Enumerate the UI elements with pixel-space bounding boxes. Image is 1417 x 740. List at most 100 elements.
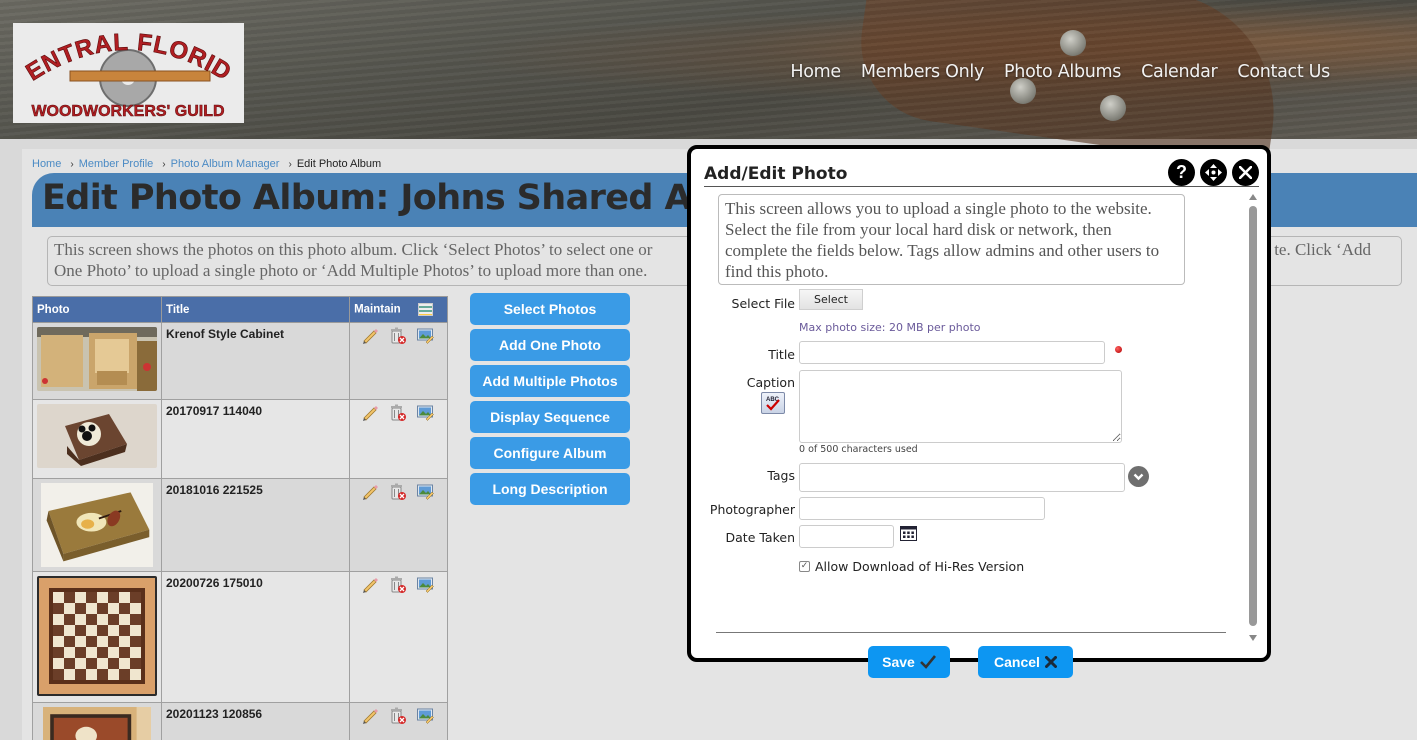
tags-label: Tags	[767, 468, 795, 483]
breadcrumb-home[interactable]: Home	[32, 158, 61, 170]
add-multiple-photos-button[interactable]: Add Multiple Photos	[470, 365, 630, 397]
cancel-button[interactable]: Cancel	[978, 646, 1073, 678]
spellcheck-icon[interactable]: ABC	[761, 392, 785, 414]
photo-thumbnail[interactable]	[37, 404, 157, 468]
edit-pencil-icon[interactable]	[361, 576, 379, 596]
delete-trash-icon[interactable]	[389, 576, 407, 596]
photo-cell[interactable]	[32, 478, 162, 572]
site-header: CENTRAL FLORIDA WOODWORKERS' GUILD Home …	[0, 0, 1417, 169]
title-cell: 20200726 175010	[160, 571, 351, 703]
allow-download-label[interactable]: Allow Download of Hi-Res Version	[815, 559, 1024, 574]
photo-cell[interactable]	[32, 399, 162, 479]
checkmark-icon	[919, 655, 936, 669]
table-row[interactable]: Krenof Style Cabinet	[32, 322, 448, 400]
title-input[interactable]	[799, 341, 1105, 364]
max-size-hint: Max photo size: 20 MB per photo	[799, 321, 981, 334]
delete-trash-icon[interactable]	[389, 483, 407, 503]
long-description-button[interactable]: Long Description	[470, 473, 630, 505]
nav-members-only[interactable]: Members Only	[861, 62, 984, 82]
close-icon[interactable]	[1232, 159, 1259, 186]
display-sequence-button[interactable]: Display Sequence	[470, 401, 630, 433]
nav-home[interactable]: Home	[790, 62, 841, 82]
nav-photo-albums[interactable]: Photo Albums	[1004, 62, 1121, 82]
dialog-tools: ?	[1168, 159, 1259, 186]
dialog-title: Add/Edit Photo	[704, 164, 848, 184]
edit-pencil-icon[interactable]	[361, 707, 379, 727]
save-button[interactable]: Save	[868, 646, 950, 678]
photo-cell[interactable]	[32, 571, 162, 703]
select-photos-button[interactable]: Select Photos	[470, 293, 630, 325]
breadcrumb: Home › Member Profile › Photo Album Mana…	[32, 158, 381, 170]
site-logo[interactable]: CENTRAL FLORIDA WOODWORKERS' GUILD	[13, 23, 244, 123]
photographer-input[interactable]	[799, 497, 1045, 520]
edit-pencil-icon[interactable]	[361, 404, 379, 424]
maintain-cell	[349, 702, 448, 740]
caption-textarea[interactable]	[799, 370, 1122, 443]
page-title: Edit Photo Album: Johns Shared Album	[42, 178, 788, 218]
table-row[interactable]: 20170917 114040	[32, 399, 448, 479]
tags-dropdown-chevron-icon[interactable]	[1128, 466, 1149, 487]
x-icon	[1044, 656, 1057, 668]
delete-trash-icon[interactable]	[389, 707, 407, 727]
title-cell: 20170917 114040	[160, 399, 351, 479]
main-nav: Home Members Only Photo Albums Calendar …	[770, 62, 1330, 82]
photo-cell[interactable]	[32, 702, 162, 740]
scroll-down-arrow-icon[interactable]	[1249, 635, 1257, 641]
scroll-thumb[interactable]	[1249, 206, 1257, 626]
photo-thumbnail[interactable]	[37, 327, 157, 391]
breadcrumb-separator-icon: ›	[162, 158, 166, 170]
table-row[interactable]: 20181016 221525	[32, 478, 448, 572]
caption-label: Caption	[746, 375, 795, 390]
tags-input[interactable]	[799, 463, 1125, 492]
maintain-label: Maintain	[354, 303, 401, 316]
edit-pencil-icon[interactable]	[361, 327, 379, 347]
configure-album-button[interactable]: Configure Album	[470, 437, 630, 469]
photo-thumbnail[interactable]	[37, 707, 157, 740]
add-one-photo-button[interactable]: Add One Photo	[470, 329, 630, 361]
photo-table: Photo Title Maintain Krenof Style Cabine…	[32, 296, 448, 740]
scroll-up-arrow-icon[interactable]	[1249, 194, 1257, 200]
select-file-button[interactable]: Select	[799, 289, 863, 310]
logo-line2: WOODWORKERS' GUILD	[31, 103, 224, 120]
photo-title: 20170917 114040	[166, 404, 263, 418]
help-icon[interactable]: ?	[1168, 159, 1195, 186]
breadcrumb-photo-album-manager[interactable]: Photo Album Manager	[171, 158, 280, 170]
table-row[interactable]: 20201123 120856	[32, 702, 448, 740]
header-rivet	[1060, 30, 1086, 56]
allow-download-row: ✓ Allow Download of Hi-Res Version	[799, 559, 1024, 574]
breadcrumb-member-profile[interactable]: Member Profile	[79, 158, 154, 170]
add-edit-photo-dialog: Add/Edit Photo ? This screen allows you …	[687, 145, 1271, 678]
nav-contact-us[interactable]: Contact Us	[1237, 62, 1330, 82]
dialog-header: Add/Edit Photo ?	[704, 159, 1259, 187]
photo-thumbnail[interactable]	[37, 576, 157, 696]
photo-cell[interactable]	[32, 322, 162, 400]
dialog-body: This screen allows you to upload a singl…	[691, 189, 1245, 678]
edit-image-icon[interactable]	[417, 576, 434, 596]
table-row[interactable]: 20200726 175010	[32, 571, 448, 703]
calendar-icon[interactable]	[900, 526, 917, 541]
edit-image-icon[interactable]	[417, 483, 434, 503]
delete-trash-icon[interactable]	[389, 327, 407, 347]
date-taken-input[interactable]	[799, 525, 894, 548]
move-icon[interactable]	[1200, 159, 1227, 186]
title-label: Title	[768, 347, 795, 362]
required-indicator-icon	[1115, 346, 1122, 353]
maintain-cell	[349, 322, 448, 400]
edit-image-icon[interactable]	[417, 327, 434, 347]
edit-image-icon[interactable]	[417, 707, 434, 727]
column-settings-icon[interactable]	[417, 303, 433, 316]
photo-thumbnail[interactable]	[37, 483, 157, 567]
dialog-scrollbar[interactable]	[1247, 191, 1259, 641]
allow-download-checkbox[interactable]: ✓	[799, 561, 810, 572]
maintain-cell	[349, 478, 448, 572]
photo-title: 20201123 120856	[166, 707, 263, 721]
delete-trash-icon[interactable]	[389, 404, 407, 424]
dialog-description: This screen allows you to upload a singl…	[718, 194, 1185, 285]
edit-pencil-icon[interactable]	[361, 483, 379, 503]
title-cell: 20181016 221525	[160, 478, 351, 572]
header-rivet	[1100, 95, 1126, 121]
nav-calendar[interactable]: Calendar	[1141, 62, 1218, 82]
edit-image-icon[interactable]	[417, 404, 434, 424]
date-taken-label: Date Taken	[725, 530, 795, 545]
photographer-label: Photographer	[709, 502, 795, 517]
